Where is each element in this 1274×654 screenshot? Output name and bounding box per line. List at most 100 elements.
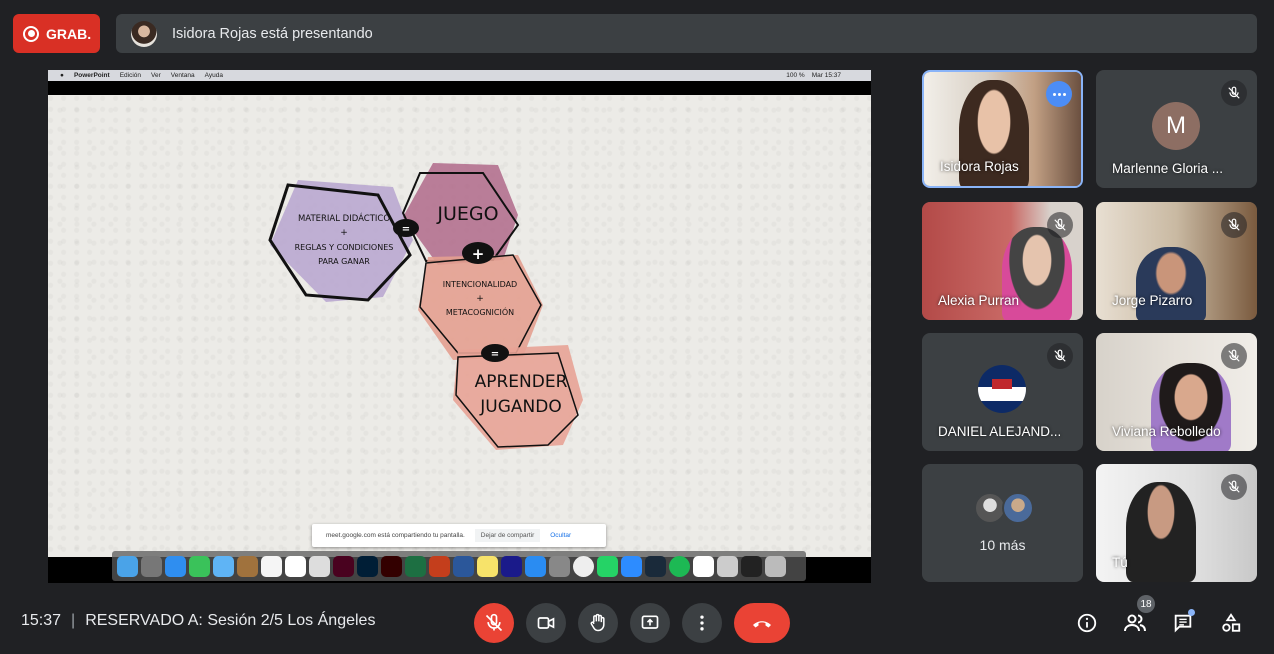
present-screen-button[interactable] (630, 603, 670, 643)
mic-off-icon (1221, 212, 1247, 238)
middle-line-1: INTENCIONALIDAD (443, 280, 517, 289)
illustrator-icon[interactable] (381, 555, 402, 577)
more-options-button[interactable] (682, 603, 722, 643)
avatar: M (1152, 102, 1200, 150)
participant-tile-marlenne[interactable]: M Marlenne Gloria ... (1096, 70, 1257, 188)
mic-toggle-button[interactable] (474, 603, 514, 643)
left-line-2: + (340, 228, 348, 238)
word-icon[interactable] (453, 555, 474, 577)
participant-name: Tú (1112, 555, 1128, 570)
people-icon (1124, 614, 1146, 632)
participant-count-badge: 18 (1137, 595, 1155, 613)
powerpoint-icon[interactable] (429, 555, 450, 577)
participant-tile-isidora[interactable]: Isidora Rojas (922, 70, 1083, 188)
stickies-icon[interactable] (477, 555, 498, 577)
mac-dock (112, 551, 806, 581)
files-icon[interactable] (309, 555, 330, 577)
vpn-icon[interactable] (645, 555, 666, 577)
mic-off-icon (1221, 474, 1247, 500)
flipboard-icon[interactable] (501, 555, 522, 577)
activities-button[interactable] (1216, 608, 1246, 638)
middle-line-2: + (476, 294, 484, 304)
apple-icon: ● (60, 72, 64, 79)
bottom-line-2: JUGANDO (479, 397, 561, 417)
more-vert-icon (700, 615, 704, 631)
avatar-logo (978, 365, 1026, 413)
hand-icon (590, 613, 605, 632)
meeting-time: 15:37 (21, 612, 62, 629)
safari-icon[interactable] (165, 555, 186, 577)
spotify-icon[interactable] (669, 555, 690, 577)
participant-tile-daniel[interactable]: DANIEL ALEJAND... (922, 333, 1083, 451)
participant-tile-viviana[interactable]: Viviana Rebolledo (1096, 333, 1257, 451)
preview-icon[interactable] (717, 555, 738, 577)
mac-menu-bar: ● PowerPoint Edición Ver Ventana Ayuda 1… (48, 70, 871, 81)
menu-view: Ver (151, 72, 161, 79)
separator: | (71, 612, 76, 629)
mic-off-icon (485, 613, 503, 632)
left-line-3: REGLAS Y CONDICIONES (295, 243, 394, 252)
slide-diagram: MATERIAL DIDÁCTICO + REGLAS Y CONDICIONE… (268, 163, 583, 450)
participant-name: Marlenne Gloria ... (1112, 161, 1224, 176)
appstore-icon[interactable] (525, 555, 546, 577)
meeting-title: RESERVADO A: Sesión 2/5 Los Ángeles (85, 612, 376, 629)
presenter-text: Isidora Rojas está presentando (172, 25, 373, 42)
presenter-banner: Isidora Rojas está presentando (116, 14, 1257, 53)
camera-toggle-button[interactable] (526, 603, 566, 643)
notes-app-icon[interactable] (237, 555, 258, 577)
battery-percent: 100 % (786, 72, 805, 79)
presentation-slide: MATERIAL DIDÁCTICO + REGLAS Y CONDICIONE… (48, 95, 871, 557)
mic-off-icon (1221, 80, 1247, 106)
mac-clock: Mar 15:37 (811, 72, 841, 79)
photoshop-icon[interactable] (357, 555, 378, 577)
participant-tile-alexia[interactable]: Alexia Purran (922, 202, 1083, 320)
participant-tile-self[interactable]: Tú (1096, 464, 1257, 582)
more-participants-tile[interactable]: 10 más (922, 464, 1083, 582)
terminal-icon[interactable] (741, 555, 762, 577)
shapes-icon (1222, 613, 1241, 632)
settings-icon[interactable] (549, 555, 570, 577)
finder-icon[interactable] (117, 555, 138, 577)
participant-name: Jorge Pizarro (1112, 293, 1193, 308)
messages-icon[interactable] (189, 555, 210, 577)
camera-icon (537, 617, 555, 629)
chat-icon[interactable] (213, 555, 234, 577)
recording-button[interactable]: GRAB. (13, 14, 100, 53)
chrome-icon[interactable] (573, 555, 594, 577)
shared-screen: ● PowerPoint Edición Ver Ventana Ayuda 1… (48, 70, 871, 583)
presenter-avatar (131, 20, 157, 47)
recording-label: GRAB. (46, 25, 92, 42)
menu-edit: Edición (119, 72, 142, 79)
whatsapp-icon[interactable] (597, 555, 618, 577)
participant-tile-jorge[interactable]: Jorge Pizarro (1096, 202, 1257, 320)
stop-sharing-button[interactable]: Dejar de compartir (474, 529, 541, 542)
chat-notification-dot (1188, 609, 1195, 616)
trash-icon[interactable] (765, 555, 786, 577)
plus-sign: + (472, 245, 485, 263)
participant-video-person (1126, 482, 1196, 582)
participant-name: Alexia Purran (938, 293, 1020, 308)
middle-line-3: METACOGNICIÓN (446, 306, 514, 317)
zoom-icon[interactable] (621, 555, 642, 577)
mic-off-icon (1047, 212, 1073, 238)
present-icon (641, 615, 659, 629)
mic-off-icon (1221, 343, 1247, 369)
hide-notice-button[interactable]: Ocultar (550, 532, 571, 539)
participant-name: Isidora Rojas (940, 159, 1019, 174)
mic-off-icon (1047, 343, 1073, 369)
more-options-button[interactable] (1046, 81, 1072, 107)
raise-hand-button[interactable] (578, 603, 618, 643)
menu-app-name: PowerPoint (73, 72, 110, 79)
calendar-icon[interactable] (285, 555, 306, 577)
contacts-icon[interactable] (261, 555, 282, 577)
indesign-icon[interactable] (333, 555, 354, 577)
photos-icon[interactable] (693, 555, 714, 577)
top-label: JUEGO (436, 203, 498, 225)
equals-sign-2: = (491, 349, 499, 360)
excel-icon[interactable] (405, 555, 426, 577)
leave-call-button[interactable] (734, 603, 790, 643)
participant-name: Viviana Rebolledo (1112, 424, 1221, 439)
menu-help: Ayuda (204, 72, 223, 79)
launchpad-icon[interactable] (141, 555, 162, 577)
meeting-details-button[interactable] (1072, 608, 1102, 638)
